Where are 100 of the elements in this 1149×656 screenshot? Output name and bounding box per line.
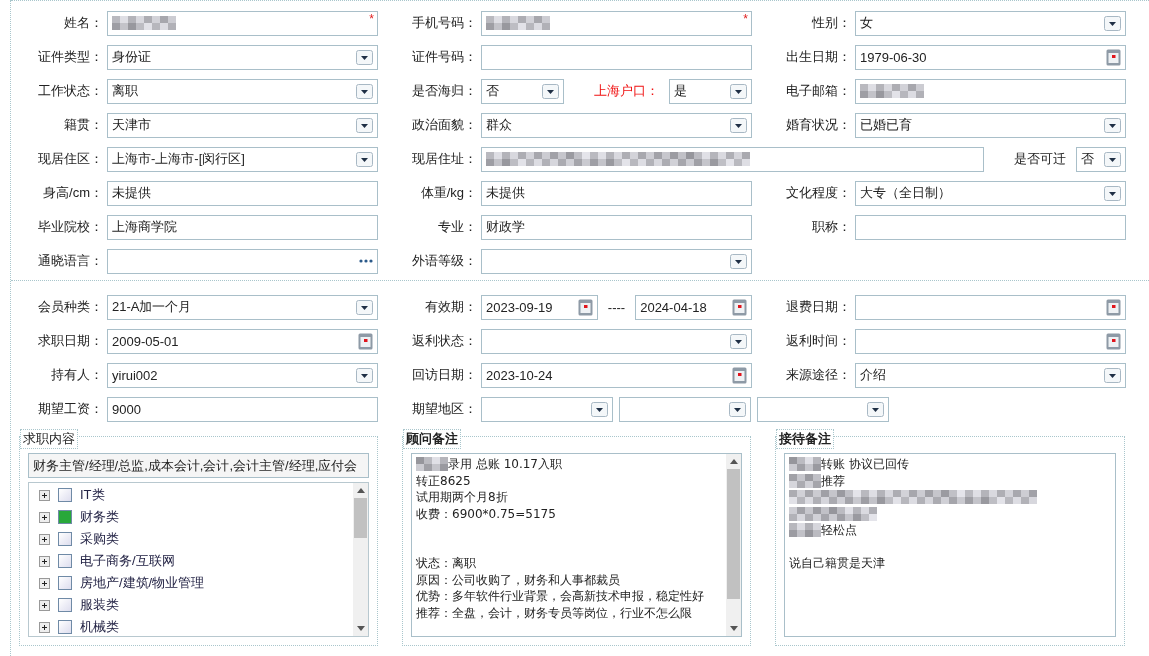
date-field[interactable]: 2023-10-24	[481, 362, 752, 388]
tree-item[interactable]: 机械类	[80, 618, 119, 636]
range-separator: ----	[606, 299, 627, 315]
tree-item[interactable]: 服装类	[80, 596, 119, 614]
field-label: 证件类型：	[38, 49, 103, 64]
dropdown[interactable]: 离职	[107, 78, 378, 104]
field-label: 是否可迁	[1013, 150, 1067, 168]
field-label: 毕业院校：	[38, 219, 103, 234]
field-label: 籍贯：	[64, 117, 103, 132]
dropdown[interactable]: 身份证	[107, 44, 378, 70]
text-field[interactable]: 9000	[107, 396, 378, 422]
checkbox[interactable]	[58, 620, 72, 634]
selection-summary: 财务主管/经理/总监,成本会计,会计,会计主管/经理,应付会	[28, 453, 369, 478]
tree-item[interactable]: 电子商务/互联网	[80, 552, 175, 570]
date-field[interactable]	[855, 294, 1126, 320]
date-field[interactable]	[855, 328, 1126, 354]
dropdown[interactable]: 否	[481, 78, 564, 104]
expand-icon[interactable]	[39, 511, 50, 523]
text-field[interactable]: 上海商学院	[107, 214, 378, 240]
field-label: 求职日期：	[38, 333, 103, 348]
expand-icon[interactable]	[39, 621, 50, 633]
date-field[interactable]: 2023-09-19	[481, 294, 598, 320]
field-label: 退费日期：	[786, 299, 851, 314]
text-field[interactable]	[855, 214, 1126, 240]
dropdown[interactable]: 介绍	[855, 362, 1126, 388]
checkbox[interactable]	[58, 488, 72, 502]
calendar-icon[interactable]	[732, 298, 747, 316]
field-label: 体重/kg：	[420, 185, 477, 200]
dropdown[interactable]: 群众	[481, 112, 752, 138]
group-title: 顾问备注	[403, 429, 461, 449]
checkbox[interactable]	[58, 598, 72, 612]
date-field[interactable]: 2009-05-01	[107, 328, 378, 354]
tree-item[interactable]: 财务类	[80, 508, 119, 526]
text-field[interactable]: *	[107, 10, 378, 36]
more-icon[interactable]	[359, 259, 373, 263]
field-label: 会员种类：	[38, 299, 103, 314]
dropdown[interactable]: 21-A加一个月	[107, 294, 378, 320]
scrollbar[interactable]	[726, 454, 741, 636]
text-field[interactable]	[481, 146, 984, 172]
note-line: 转账 协议已回传	[821, 456, 909, 473]
expand-icon[interactable]	[39, 599, 50, 611]
checkbox[interactable]	[58, 576, 72, 590]
calendar-icon[interactable]	[1106, 298, 1121, 316]
picker-field[interactable]	[107, 248, 378, 274]
calendar-icon[interactable]	[577, 298, 593, 316]
expand-icon[interactable]	[39, 555, 50, 567]
calendar-icon[interactable]	[1106, 48, 1121, 66]
field-label: 手机号码：	[412, 15, 477, 30]
field-label: 持有人：	[51, 367, 103, 382]
checkbox[interactable]	[58, 532, 72, 546]
field-label: 期望地区：	[412, 401, 477, 416]
field-label: 专业：	[438, 219, 477, 234]
date-field[interactable]: 2024-04-18	[635, 294, 752, 320]
text-field[interactable]: *	[481, 10, 752, 36]
expand-icon[interactable]	[39, 489, 50, 501]
note-line: 试用期两个月8折	[416, 489, 508, 506]
tree-item[interactable]: 房地产/建筑/物业管理	[80, 574, 205, 592]
text-field[interactable]: 财政学	[481, 214, 752, 240]
field-label: 婚育状况：	[786, 117, 851, 132]
checkbox[interactable]	[58, 554, 72, 568]
field-label: 返利状态：	[412, 333, 477, 348]
required-mark: *	[369, 11, 374, 26]
field-label: 文化程度：	[786, 185, 851, 200]
date-field[interactable]: 1979-06-30	[855, 44, 1126, 70]
notes-area[interactable]: 录用 总账 10.17入职 转正8625 试用期两个月8折 收费：6900*0.75=5175 状态：离职 原因：公司收购了，财务和人事都裁员 优势：多年软件行业背景，会高新技术申报，稳定性好 推荐：全盘，会计，财务专员等岗位，行业不怎么限	[411, 453, 742, 637]
field-label: 是否海归：	[412, 83, 477, 98]
field-label: 现居住址：	[412, 151, 477, 166]
note-line: 状态：离职	[416, 555, 476, 572]
checkbox[interactable]	[58, 510, 72, 524]
dropdown[interactable]: 已婚已育	[855, 112, 1126, 138]
field-label: 来源途径：	[786, 367, 851, 382]
tree-item[interactable]: IT类	[80, 486, 105, 504]
text-field[interactable]: 未提供	[107, 180, 378, 206]
dropdown[interactable]: 女	[855, 10, 1126, 36]
field-label: 证件号码：	[412, 49, 477, 64]
group-title: 接待备注	[776, 429, 834, 449]
dropdown[interactable]: 大专（全日制）	[855, 180, 1126, 206]
note-line: 录用 总账 10.17入职	[448, 456, 562, 473]
calendar-icon[interactable]	[1106, 332, 1121, 350]
dropdown[interactable]: 上海市-上海市-[闵行区]	[107, 146, 378, 172]
tree-item[interactable]: 采购类	[80, 530, 119, 548]
scrollbar[interactable]	[353, 483, 368, 636]
dropdown[interactable]: 是	[669, 78, 752, 104]
notes-area[interactable]: 转账 协议已回传 推荐 轻松点 说自己籍贯是天津	[784, 453, 1116, 637]
dropdown[interactable]: 天津市	[107, 112, 378, 138]
text-field[interactable]	[481, 44, 752, 70]
calendar-icon[interactable]	[732, 366, 747, 384]
field-label: 返利时间：	[786, 333, 851, 348]
text-field[interactable]	[855, 78, 1126, 104]
field-label: 身高/cm：	[43, 185, 103, 200]
note-line: 说自己籍贯是天津	[789, 555, 885, 572]
required-mark: *	[743, 11, 748, 26]
dropdown[interactable]: 否	[1076, 146, 1126, 172]
calendar-icon[interactable]	[358, 332, 373, 350]
expand-icon[interactable]	[39, 577, 50, 589]
field-label: 姓名：	[64, 15, 103, 30]
expand-icon[interactable]	[39, 533, 50, 545]
text-field[interactable]: 未提供	[481, 180, 752, 206]
field-label: 有效期：	[425, 299, 477, 314]
dropdown[interactable]: yirui002	[107, 362, 378, 388]
